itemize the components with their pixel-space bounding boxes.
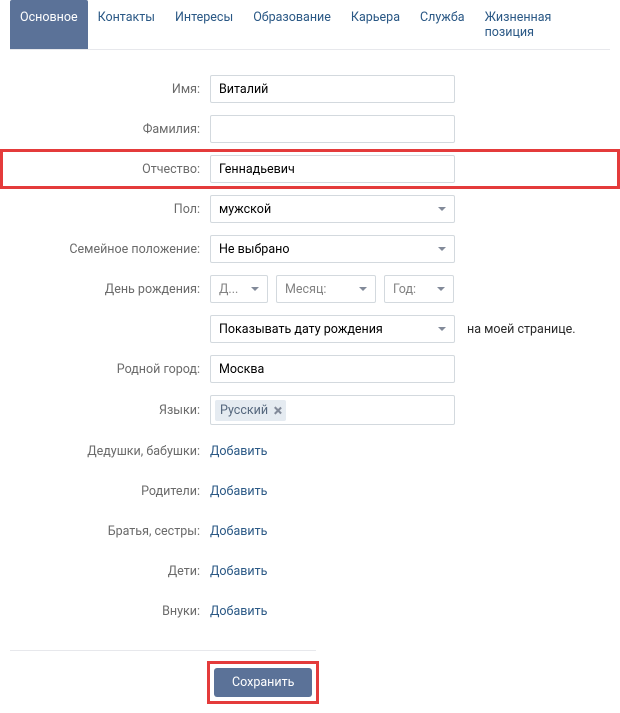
label-siblings: Братья, сестры: — [10, 524, 210, 539]
bday-visibility-select[interactable]: Показывать дату рождения — [210, 315, 455, 343]
tab-main[interactable]: Основное — [10, 0, 88, 49]
chevron-down-icon — [359, 287, 367, 291]
bday-year-select[interactable]: Год: — [384, 275, 454, 303]
label-gender: Пол: — [10, 202, 210, 217]
label-grandchildren: Внуки: — [10, 604, 210, 619]
tab-education[interactable]: Образование — [243, 0, 341, 49]
patronymic-input[interactable] — [210, 155, 455, 183]
chevron-down-icon — [251, 287, 259, 291]
bday-visibility-value: Показывать дату рождения — [219, 322, 383, 337]
add-grandchildren-link[interactable]: Добавить — [210, 604, 267, 619]
first-name-input[interactable] — [210, 75, 455, 103]
label-marital: Семейное положение: — [10, 242, 210, 257]
label-grandparents: Дедушки, бабушки: — [10, 444, 210, 459]
tab-position[interactable]: Жизненная позиция — [475, 0, 610, 49]
bday-visibility-suffix: на моей странице. — [467, 322, 576, 337]
label-languages: Языки: — [10, 403, 210, 418]
label-patronymic: Отчество: — [10, 162, 210, 177]
tabs: Основное Контакты Интересы Образование К… — [10, 0, 610, 50]
tab-career[interactable]: Карьера — [341, 0, 410, 49]
add-grandparents-link[interactable]: Добавить — [210, 444, 267, 459]
chevron-down-icon — [437, 287, 445, 291]
label-last-name: Фамилия: — [10, 122, 210, 137]
chevron-down-icon — [438, 247, 446, 251]
last-name-input[interactable] — [210, 115, 455, 143]
marital-select[interactable]: Не выбрано — [210, 235, 455, 263]
language-token[interactable]: Русский — [215, 400, 286, 421]
language-token-label: Русский — [220, 403, 268, 418]
add-siblings-link[interactable]: Добавить — [210, 524, 267, 539]
save-button[interactable]: Сохранить — [214, 668, 312, 697]
close-icon[interactable] — [274, 407, 281, 414]
add-parents-link[interactable]: Добавить — [210, 484, 267, 499]
marital-select-value: Не выбрано — [219, 242, 289, 257]
gender-select-value: мужской — [219, 202, 271, 217]
tab-contacts[interactable]: Контакты — [88, 0, 165, 49]
bday-month-value: Месяц: — [285, 282, 326, 297]
chevron-down-icon — [438, 207, 446, 211]
languages-input[interactable]: Русский — [210, 395, 455, 425]
label-hometown: Родной город: — [10, 362, 210, 377]
bday-day-select[interactable]: Д... — [210, 275, 268, 303]
tab-military[interactable]: Служба — [410, 0, 475, 49]
hometown-input[interactable] — [210, 355, 455, 383]
chevron-down-icon — [438, 327, 446, 331]
bday-month-select[interactable]: Месяц: — [276, 275, 376, 303]
label-parents: Родители: — [10, 484, 210, 499]
gender-select[interactable]: мужской — [210, 195, 455, 223]
bday-year-value: Год: — [393, 282, 416, 297]
tab-interests[interactable]: Интересы — [165, 0, 243, 49]
label-children: Дети: — [10, 564, 210, 579]
bday-day-value: Д... — [219, 282, 238, 297]
label-birthday: День рождения: — [10, 282, 210, 297]
label-first-name: Имя: — [10, 82, 210, 97]
profile-form: Имя: Фамилия: Отчество: Пол: мужской — [10, 50, 610, 713]
add-children-link[interactable]: Добавить — [210, 564, 267, 579]
